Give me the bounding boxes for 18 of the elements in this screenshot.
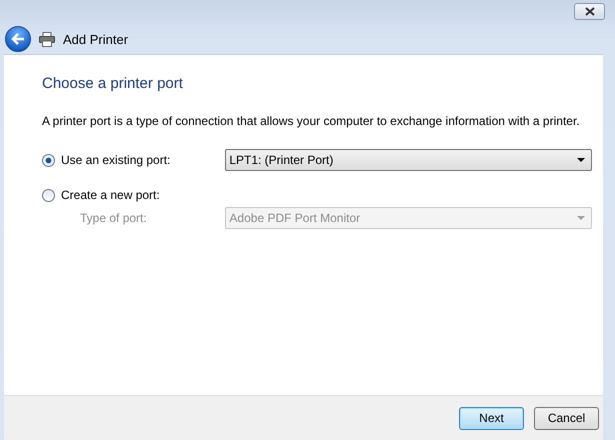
radio-button[interactable] [42, 188, 55, 202]
dropdown-caret-icon [577, 158, 585, 162]
option-label: Create a new port: [61, 188, 160, 202]
option-label: Use an existing port: [61, 153, 170, 167]
dropdown-caret-icon [577, 216, 585, 220]
description-text: A printer port is a type of connection that allows your computer to exchange information with a printer. [42, 114, 580, 128]
next-button[interactable]: Next [459, 406, 524, 430]
window-title: Add Printer [63, 32, 128, 46]
radio-button[interactable] [42, 154, 55, 166]
page-heading: Choose a printer port [42, 75, 184, 92]
close-icon [584, 7, 594, 16]
close-button[interactable] [574, 3, 605, 20]
back-button[interactable] [5, 26, 31, 52]
type-of-port-label: Type of port: [80, 211, 147, 225]
back-arrow-icon [11, 33, 25, 45]
cancel-button[interactable]: Cancel [534, 406, 599, 430]
printer-icon [39, 32, 55, 46]
port-dropdown[interactable]: LPT1: (Printer Port) [225, 149, 592, 171]
